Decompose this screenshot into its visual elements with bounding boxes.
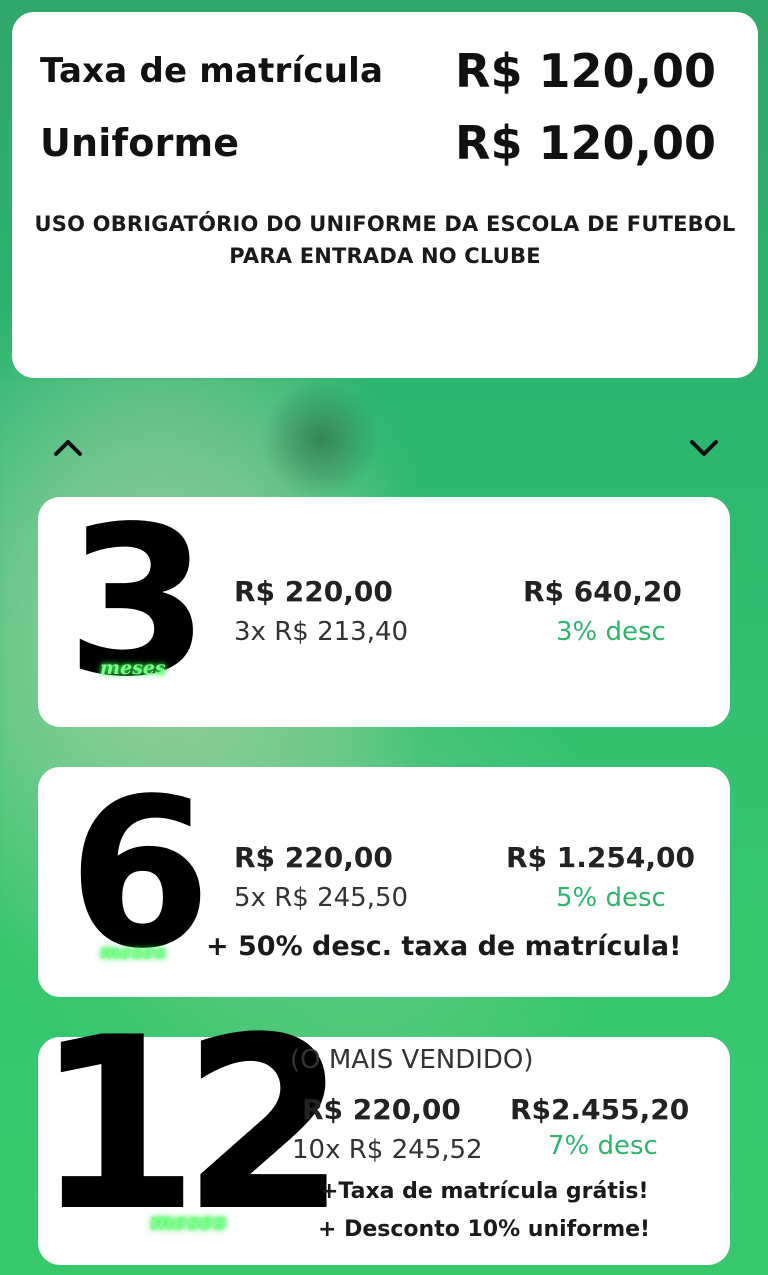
uniform-fee-value: R$ 120,00 [455, 116, 716, 170]
monthly-price: R$ 220,00 [302, 1093, 461, 1126]
plan-extra-benefit-2: + Desconto 10% uniforme! [318, 1217, 651, 1242]
background-shadow [260, 380, 380, 500]
chevron-up-icon[interactable] [48, 428, 88, 468]
discount: 5% desc [556, 883, 666, 913]
uniform-fee-row: Uniforme R$ 120,00 [40, 116, 716, 170]
plan-months-unit: meses [100, 941, 166, 963]
plan-card-3-months[interactable]: 3 meses R$ 220,00 3x R$ 213,40 R$ 640,20… [38, 497, 730, 727]
fees-card: Taxa de matrícula R$ 120,00 Uniforme R$ … [12, 12, 758, 378]
plan-extra-benefit-1: +Taxa de matrícula grátis! [320, 1179, 649, 1204]
best-seller-tag: (O MAIS VENDIDO) [290, 1045, 534, 1075]
installments: 10x R$ 245,52 [292, 1135, 483, 1165]
plan-extra-benefit: + 50% desc. taxa de matrícula! [206, 931, 682, 962]
plan-card-6-months[interactable]: 6 meses R$ 220,00 5x R$ 245,50 R$ 1.254,… [38, 767, 730, 997]
enrollment-fee-value: R$ 120,00 [455, 44, 716, 98]
total-price: R$ 1.254,00 [506, 841, 695, 874]
plan-months-unit: meses [100, 657, 166, 679]
monthly-price: R$ 220,00 [234, 841, 393, 874]
discount: 7% desc [548, 1131, 658, 1161]
discount: 3% desc [556, 617, 666, 647]
notice-line-2: PARA ENTRADA NO CLUBE [229, 244, 541, 268]
enrollment-fee-row: Taxa de matrícula R$ 120,00 [40, 44, 716, 98]
chevron-down-icon[interactable] [684, 428, 724, 468]
plan-months-unit: meses [150, 1209, 227, 1235]
uniform-notice: USO OBRIGATÓRIO DO UNIFORME DA ESCOLA DE… [12, 208, 758, 272]
monthly-price: R$ 220,00 [234, 575, 393, 608]
enrollment-fee-label: Taxa de matrícula [40, 51, 384, 91]
total-price: R$2.455,20 [510, 1093, 690, 1126]
total-price: R$ 640,20 [523, 575, 682, 608]
uniform-fee-label: Uniforme [40, 121, 240, 165]
installments: 5x R$ 245,50 [234, 883, 409, 913]
installments: 3x R$ 213,40 [234, 617, 409, 647]
plan-card-12-months[interactable]: 12 meses (O MAIS VENDIDO) R$ 220,00 10x … [34, 1007, 730, 1265]
notice-line-1: USO OBRIGATÓRIO DO UNIFORME DA ESCOLA DE… [34, 212, 736, 236]
